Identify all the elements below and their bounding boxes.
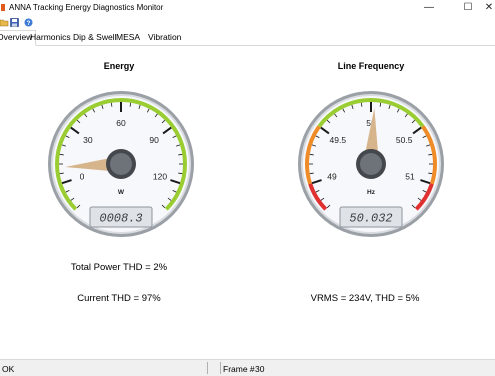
toolbar: ? bbox=[0, 16, 495, 30]
gauge-hub-inner bbox=[360, 153, 382, 175]
gauge-hub-inner bbox=[110, 153, 132, 175]
gauge-tick-label: 120 bbox=[153, 172, 167, 182]
open-icon[interactable] bbox=[0, 18, 9, 27]
status-text: OK bbox=[2, 364, 15, 374]
window-title: ANNA Tracking Energy Diagnostics Monitor bbox=[9, 3, 164, 12]
gauge-tick-label: 50.5 bbox=[396, 135, 413, 145]
energy-gauge: 0 30 60 90 120 W 0008.3 bbox=[48, 91, 194, 237]
gauge-tick-label: 51 bbox=[405, 172, 415, 182]
close-button[interactable]: ✕ bbox=[483, 0, 495, 16]
digital-readout: 50.032 bbox=[349, 212, 392, 226]
gauge-tick-label: 60 bbox=[116, 118, 126, 128]
current-thd: Current THD = 97% bbox=[77, 293, 161, 304]
total-power-thd: Total Power THD = 2% bbox=[70, 262, 168, 273]
energy-gauge-title: Energy bbox=[103, 61, 135, 71]
tab-mesa[interactable]: MESA bbox=[113, 31, 143, 44]
minimize-button[interactable]: — bbox=[416, 0, 442, 16]
frame-value: 30 bbox=[255, 364, 265, 374]
frame-label: Frame # bbox=[223, 364, 255, 374]
app-icon bbox=[1, 4, 5, 11]
gauge-tick-label: 30 bbox=[83, 135, 93, 145]
title-bar: ANNA Tracking Energy Diagnostics Monitor… bbox=[0, 0, 495, 16]
tab-strip: Overview Harmonics Dip & Swell MESA Vibr… bbox=[0, 30, 495, 46]
tab-vibration[interactable]: Vibration bbox=[145, 31, 184, 44]
svg-text:?: ? bbox=[27, 20, 31, 27]
status-bar: OK Frame # 30 bbox=[0, 359, 495, 376]
maximize-button[interactable]: ☐ bbox=[455, 0, 481, 16]
help-icon[interactable]: ? bbox=[24, 18, 33, 27]
frequency-gauge-title: Line Frequency bbox=[337, 61, 405, 71]
gauge-tick-label: 49 bbox=[327, 172, 337, 182]
vrms-thd: VRMS = 234V, THD = 5% bbox=[310, 293, 420, 304]
status-separator bbox=[220, 362, 221, 374]
gauge-unit-label: Hz bbox=[367, 189, 376, 196]
gauge-tick-label: 90 bbox=[149, 135, 159, 145]
status-separator bbox=[207, 362, 208, 374]
gauge-tick-label: 49.5 bbox=[330, 135, 347, 145]
digital-readout: 0008.3 bbox=[99, 212, 142, 226]
save-icon[interactable] bbox=[10, 18, 19, 27]
gauge-tick-label: 0 bbox=[80, 172, 85, 182]
frequency-gauge: 4949.55050.551Hz50.032 bbox=[298, 91, 444, 237]
tab-harmonics[interactable]: Harmonics bbox=[27, 31, 74, 44]
gauge-unit-label: W bbox=[118, 189, 125, 196]
